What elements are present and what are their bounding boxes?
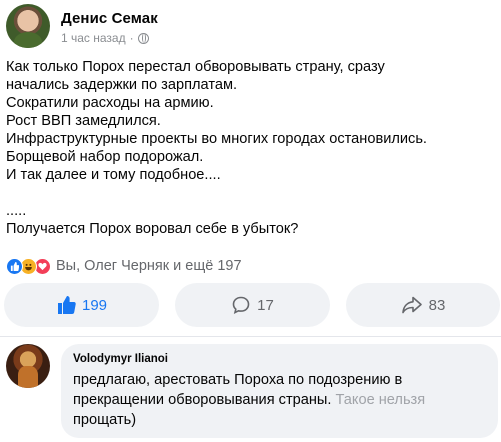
like-button[interactable]: 199 bbox=[4, 283, 159, 327]
post-line: И так далее и тому подобное.... bbox=[6, 167, 221, 183]
post-actions: 199 17 83 bbox=[2, 283, 500, 329]
comment-author[interactable]: Volodymyr Ilianoi bbox=[73, 352, 486, 366]
share-icon bbox=[401, 296, 422, 314]
comment-button[interactable]: 17 bbox=[175, 283, 330, 327]
post-line: Как только Порох перестал обворовывать с… bbox=[6, 59, 385, 75]
post-line: начались задержки по зарплатам. bbox=[6, 77, 238, 93]
post-line: Инфраструктурные проекты во многих город… bbox=[6, 131, 427, 147]
reactions-text[interactable]: Вы, Олег Черняк и ещё 197 bbox=[56, 258, 242, 274]
post-line: Сократили расходы на армию. bbox=[6, 95, 214, 111]
post-line: Рост ВВП замедлился. bbox=[6, 113, 161, 129]
post-author[interactable]: Денис Семак bbox=[61, 10, 158, 27]
post-body: Как только Порох перестал обворовывать с… bbox=[6, 58, 494, 238]
like-icon bbox=[6, 257, 23, 275]
globe-icon bbox=[137, 32, 149, 44]
post-header: Денис Семак 1 час назад · bbox=[4, 2, 494, 52]
commenter-avatar[interactable] bbox=[6, 344, 50, 388]
post-line: Получается Порох воровал себе в убыток? bbox=[6, 221, 299, 237]
post-time[interactable]: 1 час назад bbox=[61, 31, 126, 45]
divider bbox=[0, 336, 501, 337]
comment: Volodymyr Ilianoi предлагаю, арестовать … bbox=[4, 340, 498, 440]
post-line-empty bbox=[6, 184, 494, 202]
share-button[interactable]: 83 bbox=[346, 283, 500, 327]
comment-text: предлагаю, арестовать Пороха по подозрен… bbox=[73, 370, 486, 430]
meta-separator: · bbox=[129, 31, 134, 45]
reactions-summary[interactable]: Вы, Олег Черняк и ещё 197 bbox=[6, 256, 242, 276]
post-meta: 1 час назад · bbox=[61, 31, 149, 45]
share-count: 83 bbox=[428, 296, 446, 314]
post-line: ..... bbox=[6, 203, 27, 219]
like-count: 199 bbox=[81, 296, 108, 314]
post-line: Борщевой набор подорожал. bbox=[6, 149, 204, 165]
comment-count: 17 bbox=[257, 296, 274, 314]
comment-text-end: прощать) bbox=[73, 412, 137, 428]
comment-bubble[interactable]: Volodymyr Ilianoi предлагаю, арестовать … bbox=[61, 344, 498, 438]
comment-text-faded: Такое нельзя bbox=[335, 392, 426, 408]
thumbs-up-icon bbox=[57, 296, 76, 314]
author-avatar[interactable] bbox=[6, 4, 50, 48]
comment-icon bbox=[232, 296, 250, 314]
